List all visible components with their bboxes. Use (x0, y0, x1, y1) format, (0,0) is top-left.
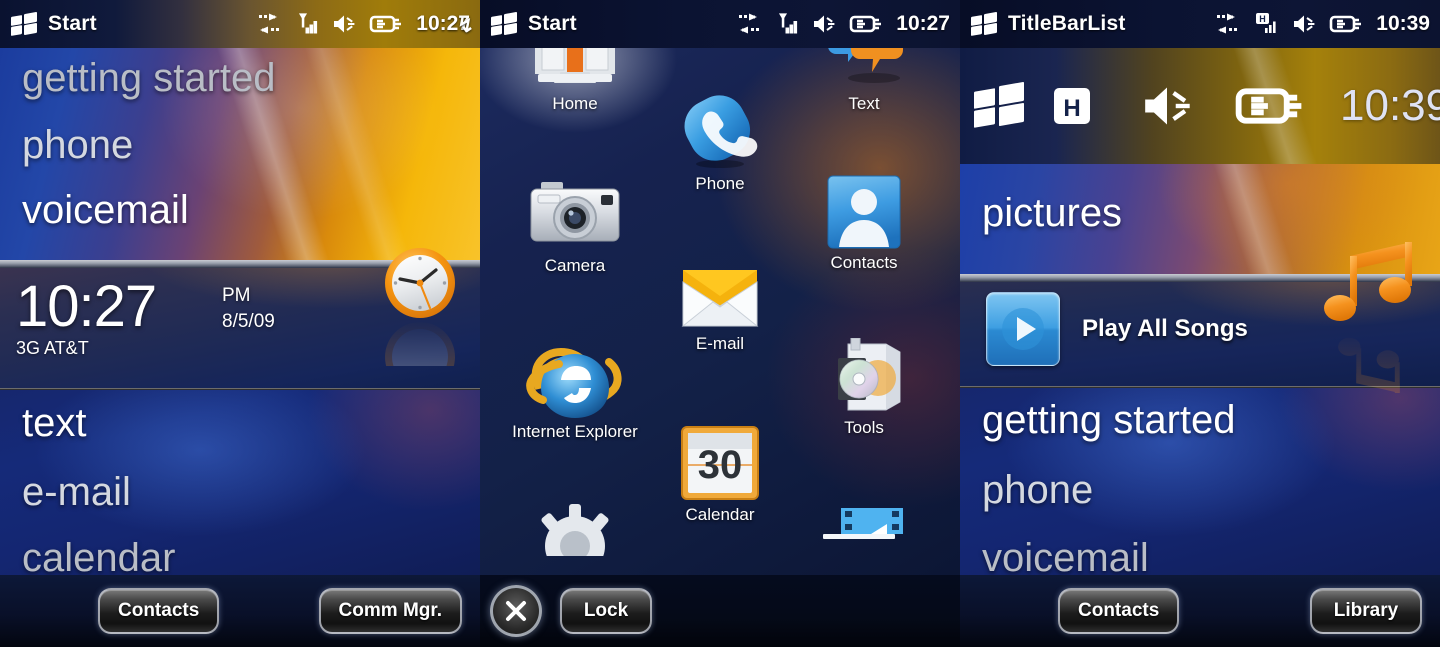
statusbar-clock-1[interactable]: 10:27 ↯ (416, 12, 474, 37)
start-tile-label-contacts: Contacts (830, 253, 898, 272)
panel-today-screen: getting started phone voicemail 10:27 PM… (0, 0, 480, 647)
windows-flag-icon[interactable] (491, 11, 517, 36)
today-link-calendar[interactable]: calendar (22, 538, 175, 578)
today-link-getting-started[interactable]: getting started (22, 58, 276, 98)
p3-divider (960, 386, 1440, 388)
start-tile-label-camera: Camera (544, 256, 606, 275)
volume-icon[interactable] (1138, 82, 1196, 130)
calendar-day-number: 30 (698, 443, 743, 487)
signal-icon[interactable] (295, 12, 319, 36)
today-time[interactable]: 10:27 (16, 278, 157, 336)
today-link-text[interactable]: text (22, 403, 86, 443)
softkey-bar-3: Contacts Library (960, 575, 1440, 647)
start-tile-camera[interactable]: Camera (503, 178, 647, 276)
play-button-icon[interactable] (986, 292, 1060, 366)
start-tile-label-tools: Tools (844, 418, 884, 437)
camera-icon (527, 178, 623, 252)
start-tile-label-text: Text (848, 94, 880, 113)
today-divider (0, 388, 480, 390)
settings-gear-icon (530, 500, 620, 556)
softkey-lock[interactable]: Lock (560, 588, 652, 634)
p3-section-title: pictures (982, 191, 1123, 235)
battery-icon[interactable] (369, 13, 403, 35)
phone-handset-icon (679, 88, 761, 170)
p3-link-phone[interactable]: phone (982, 470, 1093, 510)
today-date: 8/5/09 (222, 311, 275, 332)
close-button[interactable] (490, 585, 542, 637)
clock-overlay-glyph: ↯ (457, 15, 474, 37)
battery-icon[interactable] (1234, 83, 1306, 129)
panel-start-menu: Home Text Phone Camera Contacts E-mail T… (480, 0, 960, 647)
statusbar-clock-2[interactable]: 10:27 (896, 12, 950, 36)
start-tile-label-phone: Phone (695, 174, 745, 193)
start-tile-tools[interactable]: Tools (792, 338, 936, 438)
statusbar-3: TitleBarList H 10:39 (960, 0, 1440, 48)
titlebar-expanded-clock[interactable]: 10:39 (1340, 81, 1440, 131)
start-tile-label-calendar: Calendar (685, 505, 755, 524)
p3-play-all-songs-row[interactable]: Play All Songs (986, 292, 1248, 366)
contacts-person-icon (827, 175, 901, 249)
start-tile-label-email: E-mail (695, 334, 745, 353)
statusbar-2: Start 10:27 (480, 0, 960, 48)
softkey-library[interactable]: Library (1310, 588, 1422, 634)
svg-text:H: H (1063, 95, 1080, 122)
today-link-email[interactable]: e-mail (22, 472, 131, 512)
p3-link-voicemail[interactable]: voicemail (982, 538, 1149, 578)
connectivity-icon[interactable] (256, 13, 282, 35)
close-icon (506, 601, 526, 621)
connectivity-icon[interactable] (1214, 13, 1240, 35)
analog-clock-reflection (385, 322, 455, 366)
music-note-reflection (1338, 337, 1400, 393)
today-carrier: 3G AT&T (16, 338, 89, 358)
p3-row-label[interactable]: Play All Songs (1082, 315, 1248, 343)
softkey-comm-mgr[interactable]: Comm Mgr. (318, 588, 462, 634)
analog-clock-icon (385, 248, 455, 318)
media-film-icon (819, 508, 909, 552)
tools-box-icon (824, 338, 904, 414)
hsdpa-icon[interactable]: H (1050, 84, 1094, 128)
svg-text:H: H (1260, 14, 1267, 24)
start-tile-internet-explorer[interactable]: Internet Explorer (503, 340, 647, 442)
titlebarlist-label[interactable]: TitleBarList (1008, 12, 1126, 36)
signal-icon[interactable] (775, 12, 799, 36)
panel-titlebarlist: pictures Play All Songs getting started … (960, 0, 1440, 647)
start-label-2[interactable]: Start (528, 12, 577, 36)
today-ampm: PM (222, 285, 251, 306)
start-tile-phone[interactable]: Phone (648, 88, 792, 194)
p3-link-getting-started[interactable]: getting started (982, 400, 1236, 440)
hsdpa-signal-icon[interactable]: H (1253, 12, 1279, 36)
start-label-1[interactable]: Start (48, 12, 97, 36)
volume-icon[interactable] (332, 13, 356, 35)
softkey-contacts[interactable]: Contacts (98, 588, 220, 634)
music-note-icon (1324, 242, 1412, 321)
statusbar-1: Start 10:27 ↯ (0, 0, 480, 48)
windows-flag-icon[interactable] (11, 11, 37, 36)
battery-icon[interactable] (1329, 13, 1363, 35)
start-tile-media[interactable] (792, 508, 936, 556)
today-link-phone[interactable]: phone (22, 125, 133, 165)
screenshot-stage: getting started phone voicemail 10:27 PM… (0, 0, 1440, 647)
windows-flag-icon[interactable] (974, 81, 1024, 128)
titlebar-expanded-list: H 10:39 (960, 48, 1440, 164)
start-tile-email[interactable]: E-mail (648, 258, 792, 354)
start-tile-label-ie: Internet Explorer (512, 422, 638, 441)
connectivity-icon[interactable] (736, 13, 762, 35)
start-tile-contacts[interactable]: Contacts (792, 175, 936, 273)
battery-icon[interactable] (849, 13, 883, 35)
softkey-contacts-3[interactable]: Contacts (1058, 588, 1180, 634)
internet-explorer-icon (525, 340, 625, 418)
softkey-bar-1: Contacts Comm Mgr. (0, 575, 480, 647)
start-tile-label-home: Home (552, 94, 598, 113)
start-tile-calendar[interactable]: 30 Calendar (648, 425, 792, 525)
volume-icon[interactable] (812, 13, 836, 35)
today-link-voicemail[interactable]: voicemail (22, 190, 189, 230)
statusbar-clock-3[interactable]: 10:39 (1376, 12, 1430, 36)
calendar-icon: 30 (680, 425, 760, 501)
start-tile-settings[interactable] (503, 500, 647, 560)
envelope-icon (679, 258, 761, 330)
windows-flag-icon[interactable] (971, 11, 997, 36)
softkey-bar-2: Lock (480, 575, 960, 647)
volume-icon[interactable] (1292, 13, 1316, 35)
